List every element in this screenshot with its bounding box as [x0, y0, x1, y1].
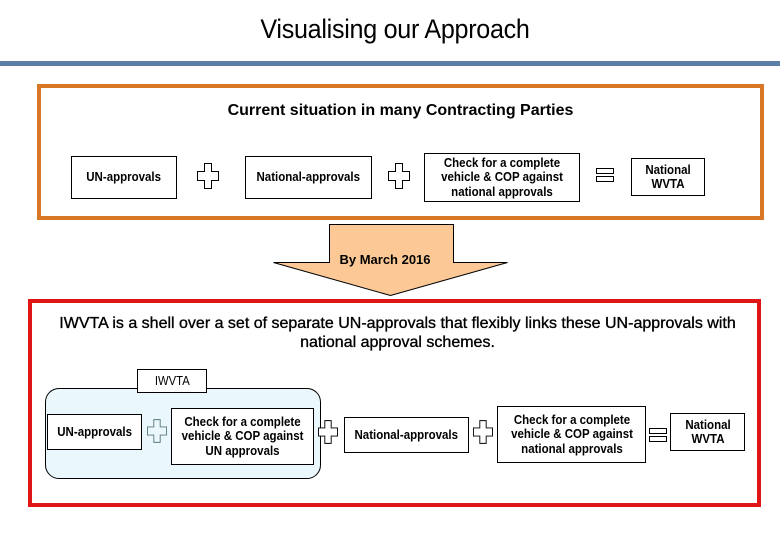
- equals-icon: [596, 168, 614, 182]
- box-label: Check for a complete vehicle & COP again…: [181, 414, 304, 458]
- iwvta-description: IWVTA is a shell over a set of separate …: [59, 315, 736, 351]
- future-un-approvals-box: UN-approvals: [47, 414, 142, 450]
- box-label: Check for a complete vehicle & COP again…: [510, 412, 633, 456]
- current-national-wvta-box: National WVTA: [631, 158, 705, 196]
- equals-icon: [649, 428, 667, 442]
- plus-icon: [197, 163, 219, 189]
- box-label: National WVTA: [645, 162, 691, 192]
- future-national-approvals-box: National-approvals: [344, 417, 469, 453]
- box-label: Check for a complete vehicle & COP again…: [441, 155, 563, 199]
- plus-icon: [147, 419, 167, 443]
- future-national-vehicle-check-box: Check for a complete vehicle & COP again…: [497, 406, 646, 463]
- title-divider: [0, 61, 780, 66]
- box-label: UN-approvals: [86, 170, 162, 185]
- box-label: National-approvals: [256, 170, 361, 185]
- box-label: National-approvals: [354, 427, 459, 442]
- transition-label: By March 2016: [339, 252, 431, 267]
- box-label: National WVTA: [684, 417, 731, 447]
- plus-icon: [388, 163, 410, 189]
- plus-icon: [473, 420, 493, 444]
- slide-title: Visualising our Approach: [260, 14, 530, 44]
- current-complete-vehicle-check-box: Check for a complete vehicle & COP again…: [424, 153, 580, 202]
- current-un-approvals-box: UN-approvals: [71, 156, 177, 199]
- box-label: UN-approvals: [57, 424, 132, 439]
- future-un-vehicle-check-box: Check for a complete vehicle & COP again…: [171, 408, 314, 465]
- future-national-wvta-box: National WVTA: [670, 413, 745, 451]
- current-situation-heading: Current situation in many Contracting Pa…: [227, 102, 574, 119]
- shell-label-text: IWVTA: [154, 374, 190, 388]
- iwvta-shell-label: IWVTA: [137, 369, 207, 393]
- current-national-approvals-box: National-approvals: [245, 156, 372, 199]
- plus-icon: [318, 420, 338, 444]
